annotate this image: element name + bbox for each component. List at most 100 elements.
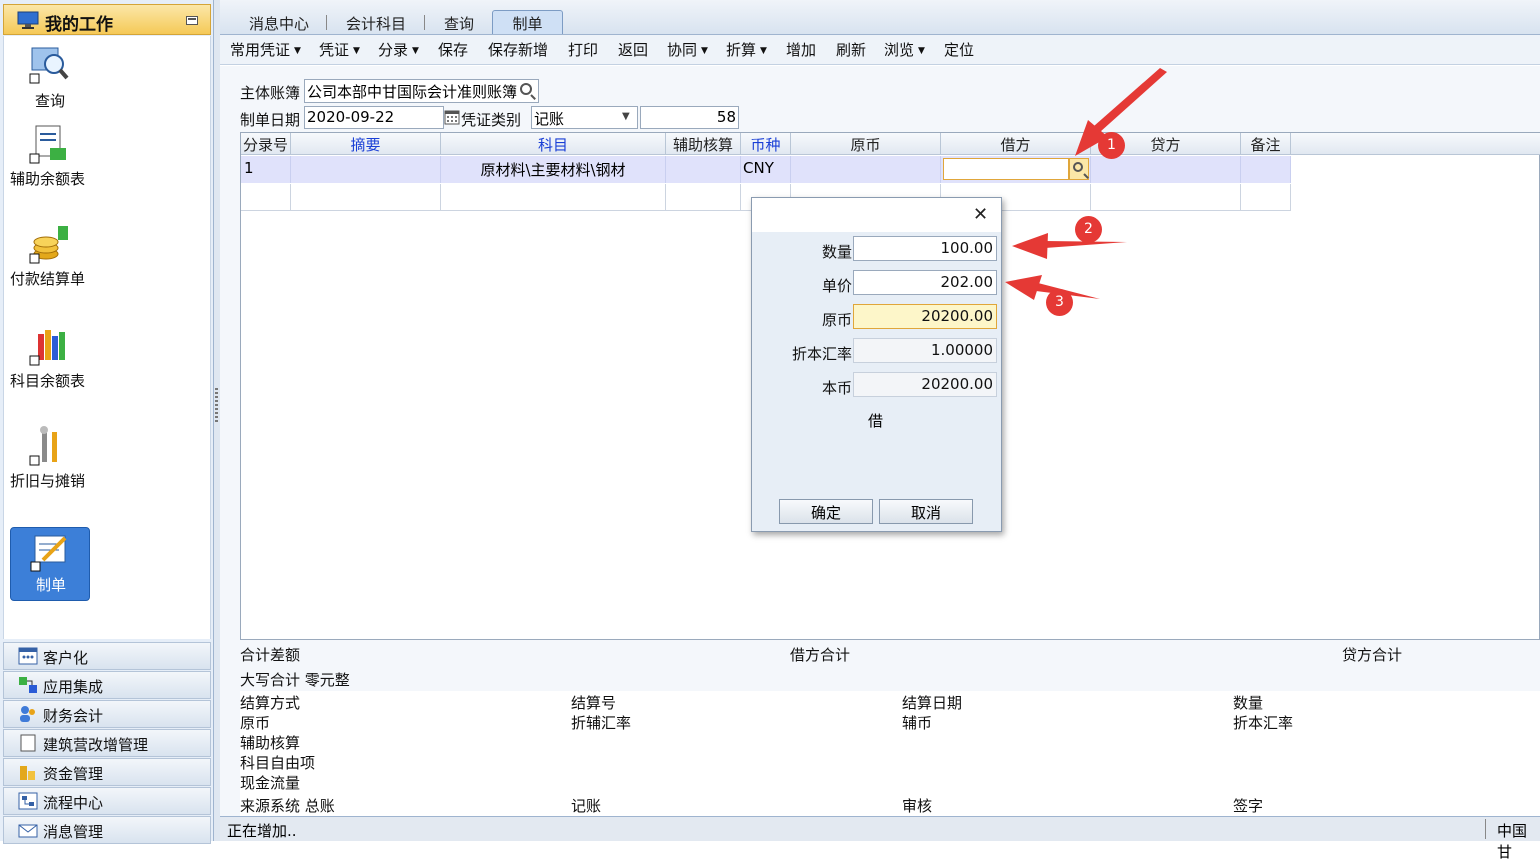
- cell-currency[interactable]: CNY: [741, 156, 791, 183]
- shortcut-depreciation[interactable]: 折旧与摊销: [10, 426, 90, 510]
- toolbar-back[interactable]: 返回: [618, 39, 648, 60]
- original-amount-field[interactable]: 20200.00: [853, 304, 997, 329]
- nav-group-fund-management[interactable]: 资金管理: [3, 758, 211, 786]
- annotation-badge-3: 3: [1046, 289, 1073, 316]
- cell-summary[interactable]: [291, 156, 441, 183]
- toolbar: 常用凭证 ▼ 凭证 ▼ 分录 ▼ 保存 保存新增 打印 返回 协同 ▼ 折算 ▼ 增加 刷…: [220, 35, 1540, 65]
- empty-cell[interactable]: [666, 184, 741, 211]
- nav-group-message-management[interactable]: 消息管理: [3, 816, 211, 844]
- empty-cell[interactable]: [1091, 184, 1241, 211]
- toolbar-collaborate[interactable]: 协同 ▼: [667, 39, 708, 60]
- auditor-label: 审核: [902, 797, 933, 815]
- chevron-down-icon: ▼: [918, 46, 925, 56]
- toolbar-voucher[interactable]: 凭证 ▼: [319, 39, 360, 60]
- tools-icon: [29, 426, 57, 466]
- book-field[interactable]: 公司本部中甘国际会计准则账簿: [304, 79, 539, 103]
- tab-separator: [424, 15, 425, 30]
- toolbar-browse[interactable]: 浏览 ▼: [884, 39, 925, 60]
- tab-query[interactable]: 查询: [444, 11, 474, 35]
- quantity-field[interactable]: 100.00: [853, 236, 997, 261]
- left-panel: 我的工作 查询 辅助余额表 付款结算单 科目余额表 折旧与摊销 制单 客户化 应…: [0, 0, 214, 844]
- shortcut-label: 付款结算单: [10, 270, 86, 288]
- shortcut-label: 折旧与摊销: [10, 472, 86, 490]
- cancel-button[interactable]: 取消: [879, 499, 973, 524]
- shortcut-voucher-entry[interactable]: 制单: [10, 527, 90, 601]
- col-remark[interactable]: 备注: [1241, 133, 1291, 155]
- col-debit[interactable]: 借方: [941, 133, 1091, 155]
- cell-aux[interactable]: [666, 156, 741, 183]
- col-aux[interactable]: 辅助核算: [666, 133, 741, 155]
- toolbar-print[interactable]: 打印: [568, 39, 598, 60]
- shortcut-aux-balance[interactable]: 辅助余额表: [10, 124, 90, 208]
- empty-cell[interactable]: [241, 184, 291, 211]
- nav-group-construction-vat[interactable]: 建筑营改增管理: [3, 729, 211, 757]
- debit-input[interactable]: [943, 158, 1069, 180]
- debit-lookup-button[interactable]: [1069, 158, 1089, 180]
- nav-group-process-center[interactable]: 流程中心: [3, 787, 211, 815]
- toolbar-entry[interactable]: 分录 ▼: [378, 39, 419, 60]
- toolbar-common-voucher[interactable]: 常用凭证 ▼: [230, 39, 301, 60]
- date-field[interactable]: 2020-09-22: [304, 106, 444, 129]
- cell-remark[interactable]: [1241, 156, 1291, 183]
- unit-price-field[interactable]: 202.00: [853, 270, 997, 295]
- query-icon: [29, 47, 69, 84]
- exchange-rate-label: 折本汇率: [791, 345, 852, 363]
- cell-account[interactable]: 原材料\主要材料\钢材: [441, 156, 666, 183]
- cash-flow-label: 现金流量: [240, 774, 301, 792]
- entry-detail-panel: [240, 691, 1540, 817]
- toolbar-save-new[interactable]: 保存新增: [488, 39, 548, 60]
- voucher-number-field[interactable]: 58: [640, 106, 739, 129]
- shortcut-query[interactable]: 查询: [10, 44, 90, 112]
- toolbar-refresh[interactable]: 刷新: [836, 39, 866, 60]
- toolbar-locate[interactable]: 定位: [944, 39, 974, 60]
- empty-cell[interactable]: [291, 184, 441, 211]
- tab-message-center[interactable]: 消息中心: [249, 11, 309, 35]
- mail-icon: [18, 824, 38, 838]
- tab-voucher-entry[interactable]: 制单: [492, 10, 563, 34]
- monitor-icon: [17, 11, 39, 29]
- shortcut-payment-settlement[interactable]: 付款结算单: [10, 224, 90, 308]
- cell-entry-no[interactable]: 1: [241, 156, 291, 183]
- status-bar: 正在增加.. 中国甘: [220, 816, 1540, 861]
- status-divider: [1485, 819, 1486, 839]
- local-amount-field[interactable]: 20200.00: [853, 372, 997, 397]
- nav-group-label: 财务会计: [43, 707, 104, 725]
- search-icon: [1073, 162, 1083, 172]
- ok-button[interactable]: 确定: [779, 499, 873, 524]
- toolbar-save[interactable]: 保存: [438, 39, 468, 60]
- direction-text: 借: [868, 412, 884, 430]
- my-work-header[interactable]: 我的工作: [3, 4, 211, 35]
- debit-total-label: 借方合计: [790, 646, 851, 664]
- calendar-icon[interactable]: [444, 110, 460, 125]
- books-icon: [29, 330, 65, 366]
- annotation-badge-1: 1: [1098, 132, 1125, 159]
- chevron-down-icon[interactable]: ▼: [622, 111, 630, 122]
- exchange-rate-field[interactable]: 1.00000: [853, 338, 997, 363]
- table-row[interactable]: 1 原材料\主要材料\钢材 CNY: [241, 156, 1291, 183]
- empty-cell[interactable]: [441, 184, 666, 211]
- nav-group-finance-accounting[interactable]: 财务会计: [3, 700, 211, 728]
- col-currency[interactable]: 币种: [741, 133, 791, 155]
- toolbar-convert[interactable]: 折算 ▼: [726, 39, 767, 60]
- voucher-footer: 合计差额 借方合计 贷方合计 大写合计 零元整 结算方式 结算号 结算日期 数量…: [240, 642, 1540, 817]
- tab-accounts[interactable]: 会计科目: [346, 11, 406, 35]
- integration-icon: [19, 677, 37, 693]
- uppercase-total: 大写合计 零元整: [240, 671, 350, 689]
- col-summary[interactable]: 摘要: [291, 133, 441, 155]
- nav-group-app-integration[interactable]: 应用集成: [3, 671, 211, 699]
- collapse-icon[interactable]: [186, 16, 198, 25]
- cell-credit[interactable]: [1091, 156, 1241, 183]
- col-entry-no[interactable]: 分录号: [241, 133, 291, 155]
- close-icon[interactable]: ✕: [973, 204, 988, 225]
- col-account[interactable]: 科目: [441, 133, 666, 155]
- search-icon[interactable]: [520, 83, 532, 95]
- splitter-grip[interactable]: [215, 388, 218, 424]
- empty-cell[interactable]: [1241, 184, 1291, 211]
- people-icon: [20, 706, 35, 722]
- cell-original[interactable]: [791, 156, 941, 183]
- cell-debit[interactable]: [941, 156, 1091, 183]
- nav-group-customization[interactable]: 客户化: [3, 642, 211, 670]
- shortcut-account-balance[interactable]: 科目余额表: [10, 326, 90, 410]
- toolbar-add[interactable]: 增加: [786, 39, 816, 60]
- col-original[interactable]: 原币: [791, 133, 941, 155]
